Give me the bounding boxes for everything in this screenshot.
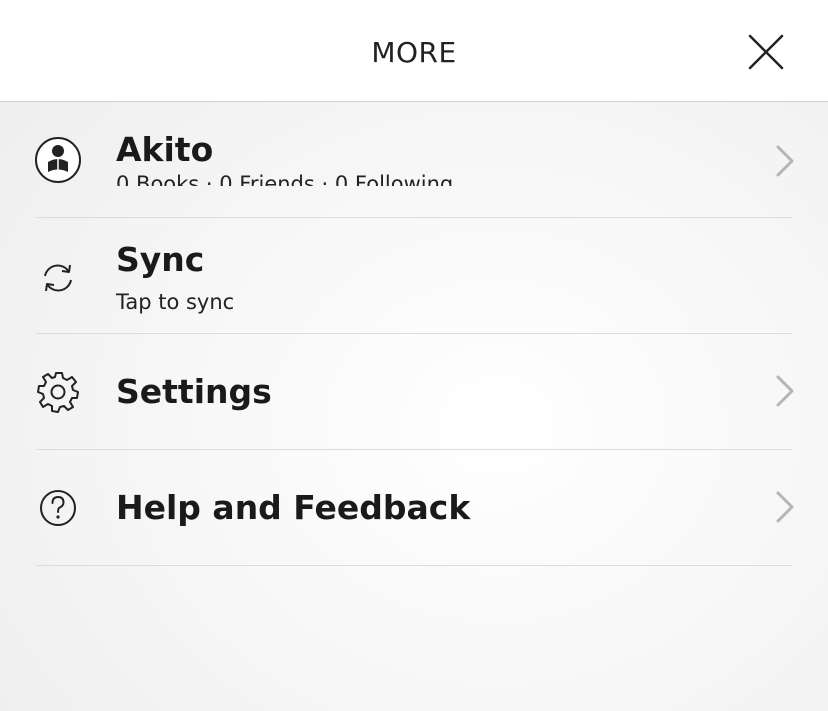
profile-stats: 0 Books · 0 Friends · 0 Following — [116, 172, 454, 186]
menu-item-help-feedback[interactable]: Help and Feedback — [0, 450, 828, 566]
profile-stats-clip: 0 Books · 0 Friends · 0 Following — [116, 166, 536, 186]
more-menu-list: Akito 0 Books · 0 Friends · 0 Following … — [0, 102, 828, 566]
question-circle-icon — [40, 490, 76, 526]
help-title: Help and Feedback — [116, 488, 471, 527]
menu-item-profile[interactable]: Akito 0 Books · 0 Friends · 0 Following — [0, 102, 828, 218]
sync-subtitle: Tap to sync — [116, 290, 235, 314]
sync-title: Sync — [116, 240, 205, 279]
sync-icon — [44, 264, 72, 292]
chevron-right-icon — [776, 145, 794, 177]
chevron-right-icon — [776, 491, 794, 523]
reader-avatar-icon — [35, 137, 81, 183]
close-button[interactable] — [744, 30, 788, 74]
header-bar: MORE — [0, 0, 828, 102]
menu-item-settings[interactable]: Settings — [0, 334, 828, 450]
page-title: MORE — [371, 36, 457, 69]
profile-name: Akito — [116, 130, 214, 169]
settings-title: Settings — [116, 372, 272, 411]
close-icon — [748, 34, 784, 70]
gear-icon — [37, 372, 79, 413]
menu-item-sync[interactable]: Sync Tap to sync — [0, 218, 828, 334]
chevron-right-icon — [776, 375, 794, 407]
